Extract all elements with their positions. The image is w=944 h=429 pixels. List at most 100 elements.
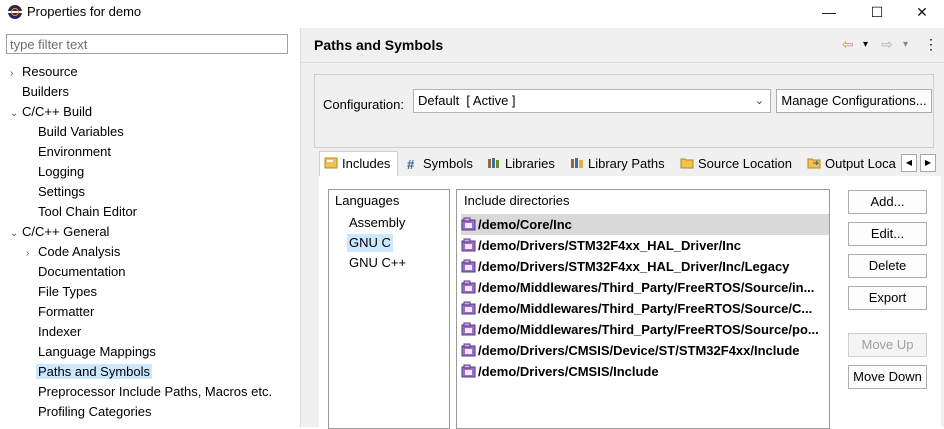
- language-item-assembly[interactable]: Assembly: [349, 214, 405, 232]
- property-navigation-pane: ›ResourceBuilders⌄C/C++ BuildBuild Varia…: [0, 28, 301, 427]
- tree-item[interactable]: Logging: [26, 162, 84, 182]
- tree-item[interactable]: Builders: [10, 82, 69, 102]
- tab-library-paths[interactable]: Library Paths: [570, 152, 665, 176]
- page-title: Paths and Symbols: [314, 37, 444, 53]
- tree-item[interactable]: File Types: [26, 282, 97, 302]
- tab-label: Source Location: [698, 156, 792, 171]
- language-item-gnu-cpp[interactable]: GNU C++: [349, 254, 406, 272]
- tab-scroll-left-icon[interactable]: ◀: [901, 154, 917, 172]
- tree-item-label: Environment: [38, 144, 111, 159]
- back-dropdown-icon[interactable]: ▾: [863, 39, 868, 50]
- tree-item[interactable]: ⌄ C/C++ General: [10, 222, 109, 242]
- minimize-button[interactable]: —: [806, 0, 852, 24]
- tree-item[interactable]: Profiling Categories: [26, 402, 151, 422]
- include-path: /demo/Drivers/STM32F4xx_HAL_Driver/Inc/L…: [478, 259, 790, 274]
- move-down-button[interactable]: Move Down: [848, 365, 927, 389]
- tree-item-label: Preprocessor Include Paths, Macros etc.: [38, 384, 273, 399]
- chevron-right-icon[interactable]: ›: [10, 64, 22, 84]
- include-path: /demo/Drivers/STM32F4xx_HAL_Driver/Inc: [478, 238, 741, 253]
- tab-scroll-right-icon[interactable]: ▶: [920, 154, 936, 172]
- include-directory-row[interactable]: /demo/Drivers/STM32F4xx_HAL_Driver/Inc/L…: [461, 256, 829, 277]
- tree-item-label: Code Analysis: [38, 244, 121, 259]
- tree-item[interactable]: Language Mappings: [26, 342, 156, 362]
- filter-input[interactable]: [6, 34, 288, 54]
- configuration-select[interactable]: Default [ Active ] ⌄: [413, 89, 771, 113]
- forward-arrow-icon[interactable]: ⇨: [881, 36, 893, 53]
- tree-item[interactable]: Tool Chain Editor: [26, 202, 137, 222]
- tab-source-location[interactable]: Source Location: [680, 152, 792, 176]
- chevron-down-icon: ⌄: [754, 95, 764, 107]
- tab-label: Output Loca: [825, 156, 896, 171]
- back-arrow-icon[interactable]: ⇦: [842, 36, 854, 53]
- tree-item-label: C/C++ Build: [22, 104, 93, 119]
- tab-label: Includes: [342, 156, 391, 171]
- include-directory-row[interactable]: /demo/Drivers/STM32F4xx_HAL_Driver/Inc: [461, 235, 829, 256]
- output-folder-icon: [807, 158, 821, 169]
- configuration-group: Configuration: Default [ Active ] ⌄ Mana…: [314, 74, 934, 148]
- include-folder-icon: [461, 259, 476, 273]
- include-directory-row[interactable]: /demo/Core/Inc: [461, 214, 829, 235]
- tree-item[interactable]: Environment: [26, 142, 111, 162]
- tree-item-label: Indexer: [38, 324, 82, 339]
- tab-libraries[interactable]: Libraries: [487, 152, 555, 176]
- chevron-right-icon[interactable]: ›: [26, 244, 38, 264]
- include-folder-icon: [461, 238, 476, 252]
- languages-header: Languages: [335, 193, 400, 208]
- close-button[interactable]: ✕: [899, 0, 944, 24]
- page-header: Paths and Symbols ⇦ ▾ ⇨ ▾ ⋮: [301, 28, 944, 63]
- tree-item[interactable]: › Code Analysis: [26, 242, 120, 262]
- configuration-value: Default [ Active ]: [418, 93, 516, 108]
- include-directory-row[interactable]: /demo/Middlewares/Third_Party/FreeRTOS/S…: [461, 319, 829, 340]
- tree-item-label: Logging: [38, 164, 85, 179]
- tree-item[interactable]: Preprocessor Include Paths, Macros etc.: [26, 382, 272, 402]
- tab-includes[interactable]: Includes: [319, 151, 398, 176]
- include-directory-row[interactable]: /demo/Drivers/CMSIS/Device/ST/STM32F4xx/…: [461, 340, 829, 361]
- include-folder-icon: [461, 343, 476, 357]
- tree-item[interactable]: › Resource: [10, 62, 78, 82]
- tree-item[interactable]: Documentation: [26, 262, 125, 282]
- tree-item-label: Settings: [38, 184, 85, 199]
- folder-icon: [680, 158, 694, 169]
- edit-button[interactable]: Edit...: [848, 222, 927, 246]
- tree-item[interactable]: Indexer: [26, 322, 81, 342]
- tab-symbols[interactable]: # Symbols: [407, 152, 473, 176]
- add-button[interactable]: Add...: [848, 190, 927, 214]
- tree-item[interactable]: Build Variables: [26, 122, 124, 142]
- eclipse-app-icon: [8, 5, 22, 19]
- maximize-button[interactable]: ☐: [854, 0, 900, 24]
- chevron-down-icon[interactable]: ⌄: [10, 224, 22, 244]
- include-directory-row[interactable]: /demo/Middlewares/Third_Party/FreeRTOS/S…: [461, 298, 829, 319]
- include-directory-row[interactable]: /demo/Drivers/CMSIS/Include: [461, 361, 829, 382]
- tree-item-label: Build Variables: [38, 124, 124, 139]
- tree-item[interactable]: ⌄ C/C++ Build: [10, 102, 92, 122]
- include-directory-row[interactable]: /demo/Middlewares/Third_Party/FreeRTOS/S…: [461, 277, 829, 298]
- forward-dropdown-icon[interactable]: ▾: [903, 39, 908, 50]
- tree-item-label: Language Mappings: [38, 344, 156, 359]
- language-item-gnu-c[interactable]: GNU C: [347, 234, 393, 252]
- tree-item-label: Profiling Categories: [38, 404, 152, 419]
- include-directories-header: Include directories: [464, 193, 570, 208]
- include-path: /demo/Core/Inc: [478, 217, 572, 232]
- settings-tabs: Includes # Symbols Libraries Library Path…: [319, 151, 941, 176]
- delete-button[interactable]: Delete: [848, 254, 927, 278]
- tree-item-label: Formatter: [38, 304, 95, 319]
- hash-icon: #: [407, 157, 415, 172]
- manage-configurations-button[interactable]: Manage Configurations...: [776, 89, 932, 113]
- tree-item[interactable]: Paths and Symbols: [26, 362, 153, 382]
- export-button[interactable]: Export: [848, 286, 927, 310]
- view-menu-icon[interactable]: ⋮: [924, 36, 938, 53]
- chevron-down-icon[interactable]: ⌄: [10, 104, 22, 124]
- tab-label: Symbols: [423, 156, 473, 171]
- tree-item[interactable]: Formatter: [26, 302, 94, 322]
- tree-item-label: Resource: [22, 64, 78, 79]
- include-folder-icon: [461, 217, 476, 231]
- include-folder-icon: [461, 364, 476, 378]
- includes-icon: [324, 157, 338, 169]
- move-up-button[interactable]: Move Up: [848, 333, 927, 357]
- tab-output-location[interactable]: Output Loca: [807, 152, 896, 176]
- configuration-label: Configuration:: [323, 97, 404, 112]
- include-path: /demo/Drivers/CMSIS/Include: [478, 364, 659, 379]
- includes-tab-content: Languages Assembly GNU C GNU C++ Include…: [319, 176, 941, 429]
- library-paths-icon: [571, 158, 583, 168]
- tree-item[interactable]: Settings: [26, 182, 85, 202]
